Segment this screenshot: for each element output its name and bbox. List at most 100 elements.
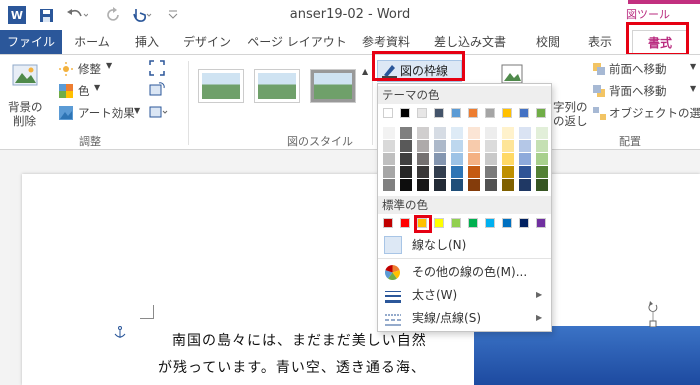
send-backward-button[interactable]: 背面へ移動 bbox=[609, 83, 667, 99]
theme-color-swatch[interactable] bbox=[451, 108, 461, 118]
standard-color-swatch[interactable] bbox=[536, 218, 546, 228]
theme-shade-swatch[interactable] bbox=[485, 140, 497, 152]
theme-shade-swatch[interactable] bbox=[383, 153, 395, 165]
theme-shade-swatch[interactable] bbox=[468, 166, 480, 178]
theme-color-swatch[interactable] bbox=[519, 108, 529, 118]
theme-shade-swatch[interactable] bbox=[536, 179, 548, 191]
theme-shade-swatch[interactable] bbox=[451, 127, 463, 139]
color-dropdown-icon[interactable]: ▼ bbox=[94, 83, 100, 92]
theme-shade-swatch[interactable] bbox=[434, 179, 446, 191]
theme-shade-swatch[interactable] bbox=[502, 127, 514, 139]
theme-shade-swatch[interactable] bbox=[400, 166, 412, 178]
styles-scroll-up-icon[interactable]: ▲ bbox=[362, 67, 368, 76]
theme-shade-swatch[interactable] bbox=[485, 153, 497, 165]
standard-color-swatch[interactable] bbox=[400, 218, 410, 228]
theme-shade-swatch[interactable] bbox=[400, 140, 412, 152]
theme-shade-swatch[interactable] bbox=[400, 127, 412, 139]
theme-shade-swatch[interactable] bbox=[434, 127, 446, 139]
dashes-item[interactable]: 実線/点線(S) ▶ bbox=[384, 308, 544, 328]
theme-shade-swatch[interactable] bbox=[502, 153, 514, 165]
theme-color-swatch[interactable] bbox=[383, 108, 393, 118]
theme-shade-swatch[interactable] bbox=[434, 140, 446, 152]
no-outline-item[interactable]: 線なし(N) bbox=[384, 235, 544, 255]
selection-pane-button[interactable]: オブジェクトの選択と bbox=[609, 105, 700, 121]
picture-style-1[interactable] bbox=[198, 69, 244, 103]
theme-shade-swatch[interactable] bbox=[451, 153, 463, 165]
corrections-dropdown-icon[interactable]: ▼ bbox=[106, 61, 112, 70]
picture-style-3[interactable] bbox=[310, 69, 356, 103]
theme-shade-swatch[interactable] bbox=[502, 179, 514, 191]
bring-forward-dropdown-icon[interactable]: ▼ bbox=[690, 62, 696, 71]
color-button[interactable]: 色 bbox=[78, 83, 90, 99]
standard-color-swatch[interactable] bbox=[468, 218, 478, 228]
theme-color-swatch[interactable] bbox=[468, 108, 478, 118]
theme-shade-swatch[interactable] bbox=[536, 127, 548, 139]
theme-shade-swatch[interactable] bbox=[451, 179, 463, 191]
standard-color-swatch[interactable] bbox=[502, 218, 512, 228]
theme-shade-swatch[interactable] bbox=[468, 153, 480, 165]
theme-shade-swatch[interactable] bbox=[485, 179, 497, 191]
theme-shade-swatch[interactable] bbox=[536, 166, 548, 178]
theme-shade-swatch[interactable] bbox=[434, 153, 446, 165]
standard-color-swatch[interactable] bbox=[434, 218, 444, 228]
change-picture-icon[interactable] bbox=[148, 81, 166, 99]
theme-shade-swatch[interactable] bbox=[383, 127, 395, 139]
standard-color-swatch[interactable] bbox=[383, 218, 393, 228]
theme-color-swatch[interactable] bbox=[434, 108, 444, 118]
theme-shade-swatch[interactable] bbox=[417, 127, 429, 139]
theme-shade-swatch[interactable] bbox=[519, 153, 531, 165]
theme-shade-swatch[interactable] bbox=[468, 179, 480, 191]
theme-shade-swatch[interactable] bbox=[383, 166, 395, 178]
remove-background-label-2[interactable]: 削除 bbox=[13, 113, 36, 129]
theme-shade-swatch[interactable] bbox=[536, 140, 548, 152]
wrap-text-label-2[interactable]: の返し bbox=[553, 113, 588, 129]
theme-shade-swatch[interactable] bbox=[468, 140, 480, 152]
artistic-effects-button[interactable]: アート効果 bbox=[78, 105, 135, 121]
picture-style-2[interactable] bbox=[254, 69, 300, 103]
tab-view[interactable]: 表示 bbox=[578, 30, 622, 54]
theme-color-swatch[interactable] bbox=[536, 108, 546, 118]
theme-shade-swatch[interactable] bbox=[485, 166, 497, 178]
theme-color-swatch[interactable] bbox=[417, 108, 427, 118]
theme-shade-swatch[interactable] bbox=[468, 127, 480, 139]
remove-background-icon[interactable] bbox=[10, 61, 40, 91]
send-backward-dropdown-icon[interactable]: ▼ bbox=[690, 84, 696, 93]
theme-shade-swatch[interactable] bbox=[519, 179, 531, 191]
theme-shade-swatch[interactable] bbox=[502, 140, 514, 152]
theme-shade-swatch[interactable] bbox=[451, 140, 463, 152]
standard-color-swatch[interactable] bbox=[485, 218, 495, 228]
theme-shade-swatch[interactable] bbox=[451, 166, 463, 178]
theme-shade-swatch[interactable] bbox=[485, 127, 497, 139]
theme-shade-swatch[interactable] bbox=[536, 153, 548, 165]
theme-shade-swatch[interactable] bbox=[400, 153, 412, 165]
theme-shade-swatch[interactable] bbox=[417, 166, 429, 178]
theme-color-swatch[interactable] bbox=[485, 108, 495, 118]
theme-shade-swatch[interactable] bbox=[519, 127, 531, 139]
theme-shade-swatch[interactable] bbox=[519, 166, 531, 178]
tab-page-layout[interactable]: ページ レイアウト bbox=[244, 30, 350, 54]
standard-color-swatch[interactable] bbox=[519, 218, 529, 228]
tab-insert[interactable]: 挿入 bbox=[124, 30, 170, 54]
tab-review[interactable]: 校閲 bbox=[524, 30, 572, 54]
alt-text-icon[interactable] bbox=[500, 63, 524, 85]
weight-item[interactable]: 太さ(W) ▶ bbox=[384, 285, 544, 305]
corrections-button[interactable]: 修整 bbox=[78, 61, 101, 77]
theme-color-swatch[interactable] bbox=[502, 108, 512, 118]
tab-home[interactable]: ホーム bbox=[64, 30, 120, 54]
theme-color-swatch[interactable] bbox=[400, 108, 410, 118]
theme-shade-swatch[interactable] bbox=[400, 179, 412, 191]
rotation-handle-icon[interactable] bbox=[645, 300, 661, 328]
compress-pictures-icon[interactable] bbox=[148, 59, 166, 77]
theme-shade-swatch[interactable] bbox=[417, 179, 429, 191]
standard-color-swatch[interactable] bbox=[451, 218, 461, 228]
theme-shade-swatch[interactable] bbox=[383, 179, 395, 191]
tab-design[interactable]: デザイン bbox=[174, 30, 240, 54]
more-outline-colors-item[interactable]: その他の線の色(M)... bbox=[384, 262, 544, 282]
reset-picture-icon[interactable] bbox=[148, 103, 170, 121]
tab-file[interactable]: ファイル bbox=[0, 30, 62, 54]
theme-shade-swatch[interactable] bbox=[519, 140, 531, 152]
theme-shade-swatch[interactable] bbox=[417, 153, 429, 165]
artistic-effects-dropdown-icon[interactable]: ▼ bbox=[134, 106, 140, 115]
theme-shade-swatch[interactable] bbox=[417, 140, 429, 152]
theme-shade-swatch[interactable] bbox=[383, 140, 395, 152]
